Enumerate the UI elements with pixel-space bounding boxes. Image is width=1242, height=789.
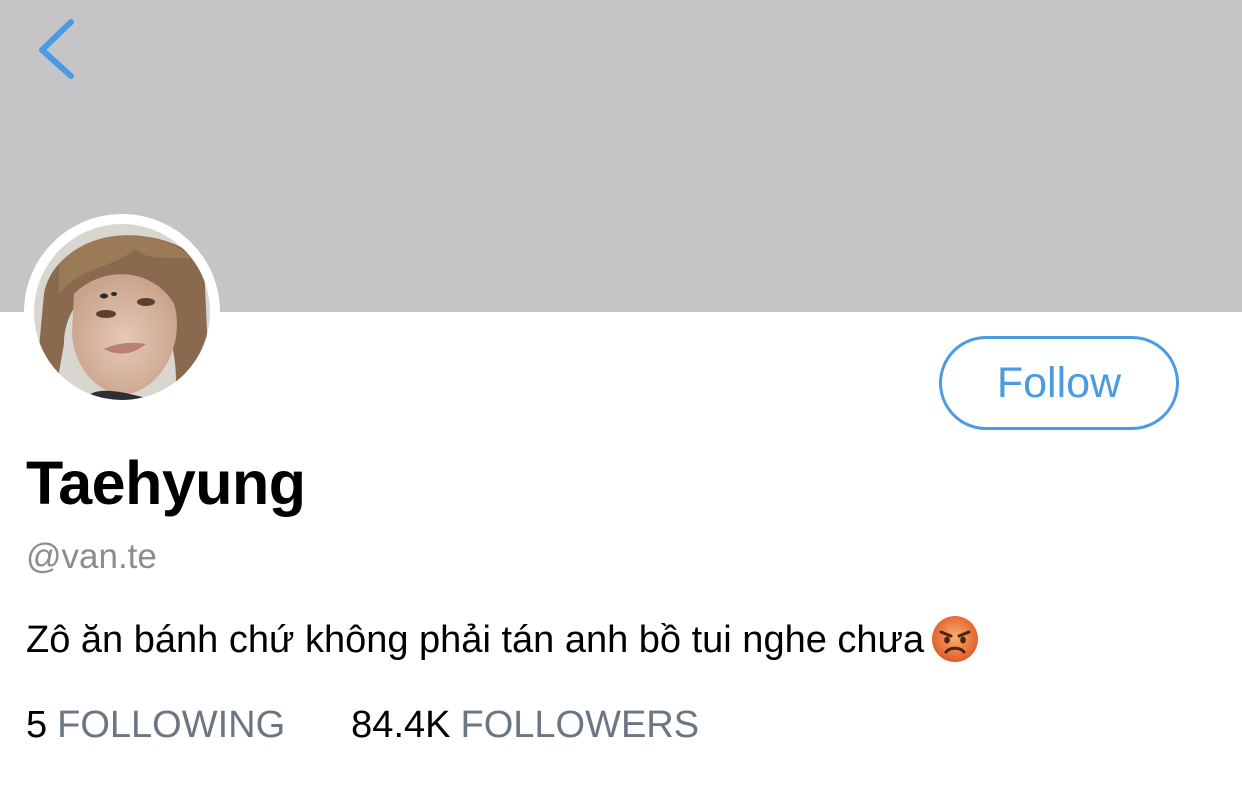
- followers-count: 84.4K: [351, 704, 451, 746]
- followers-stat[interactable]: 84.4K FOLLOWERS: [351, 704, 699, 747]
- profile-stats: 5 FOLLOWING 84.4K FOLLOWERS: [26, 704, 699, 747]
- profile-bio: Zô ăn bánh chứ không phải tán anh bồ tui…: [26, 616, 980, 664]
- angry-face-emoji-icon: [930, 614, 980, 664]
- chevron-left-icon: [39, 19, 74, 79]
- profile-page: Follow Taehyung @van.te Zô ăn bánh chứ k…: [0, 0, 1242, 789]
- following-count: 5: [26, 704, 48, 746]
- avatar[interactable]: [34, 224, 210, 400]
- follow-button[interactable]: Follow: [939, 336, 1179, 430]
- following-stat[interactable]: 5 FOLLOWING: [26, 704, 285, 747]
- username-handle: @van.te: [26, 537, 157, 576]
- bio-text: Zô ăn bánh chứ không phải tán anh bồ tui…: [26, 618, 925, 661]
- display-name: Taehyung: [26, 449, 306, 517]
- followers-label: FOLLOWERS: [460, 704, 700, 746]
- back-button[interactable]: [26, 14, 90, 84]
- following-label: FOLLOWING: [57, 704, 286, 746]
